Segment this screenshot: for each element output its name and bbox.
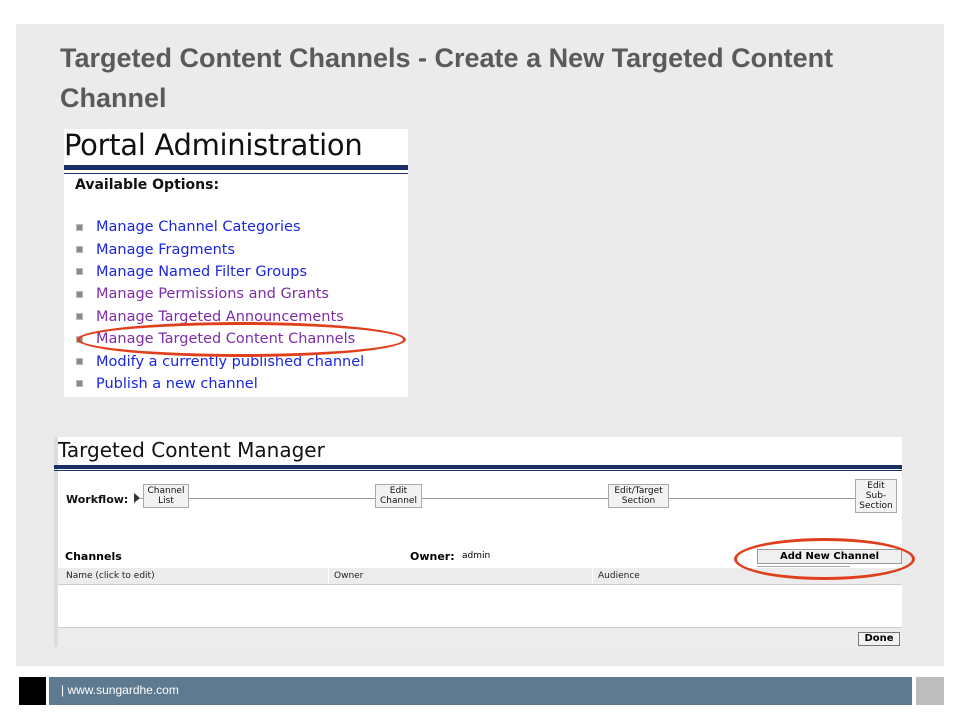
bullet-icon: [76, 290, 83, 298]
table-footer: [58, 628, 902, 647]
done-button[interactable]: Done: [858, 632, 900, 646]
column-divider: [328, 568, 329, 584]
bullet-icon: [76, 223, 83, 231]
footer-url: | www.sungardhe.com: [61, 683, 179, 697]
workflow-step-edit-target-section[interactable]: Edit/Target Section: [608, 484, 669, 508]
option-link[interactable]: Manage Targeted Content Channels: [96, 331, 355, 347]
workflow-step-edit-channel[interactable]: Edit Channel: [375, 484, 422, 508]
channels-table-body: [58, 585, 902, 628]
owner-value: admin: [462, 551, 491, 561]
manager-title: Targeted Content Manager: [58, 438, 325, 462]
option-link[interactable]: Manage Named Filter Groups: [96, 264, 307, 280]
bullet-icon: [76, 313, 83, 321]
portal-title: Portal Administration: [64, 128, 363, 162]
footer-gray-block: [916, 677, 944, 705]
option-modify-published-channel: Modify a currently published channel: [76, 350, 364, 372]
column-audience: Audience: [598, 571, 640, 581]
option-link[interactable]: Modify a currently published channel: [96, 354, 364, 370]
workflow-step-edit-sub-section[interactable]: Edit Sub-Section: [855, 479, 897, 513]
portal-administration-panel: Portal Administration Available Options:…: [64, 129, 408, 397]
option-manage-permissions-and-grants: Manage Permissions and Grants: [76, 283, 364, 305]
channels-label: Channels: [65, 550, 122, 563]
slide-title: Targeted Content Channels - Create a New…: [60, 43, 834, 113]
option-manage-targeted-content-channels: Manage Targeted Content Channels: [76, 328, 364, 350]
available-options-heading: Available Options:: [75, 177, 220, 193]
bullet-icon: [76, 380, 83, 388]
workflow-line: [140, 498, 860, 499]
button-shadow: [757, 566, 850, 567]
option-publish-new-channel: Publish a new channel: [76, 373, 364, 395]
header-rule: [64, 165, 408, 170]
option-link[interactable]: Publish a new channel: [96, 376, 258, 392]
option-manage-named-filter-groups: Manage Named Filter Groups: [76, 261, 364, 283]
column-divider: [592, 568, 593, 584]
header-rule-thin: [54, 470, 902, 471]
option-link[interactable]: Manage Channel Categories: [96, 219, 301, 235]
bullet-icon: [76, 335, 83, 343]
header-rule-thin: [64, 173, 408, 174]
option-manage-channel-categories: Manage Channel Categories: [76, 216, 364, 238]
column-name[interactable]: Name (click to edit): [66, 571, 155, 581]
footer-black-block: [19, 677, 46, 705]
bullet-icon: [76, 358, 83, 366]
option-link[interactable]: Manage Fragments: [96, 242, 235, 258]
workflow-label: Workflow:: [66, 493, 129, 506]
column-owner: Owner: [334, 571, 364, 581]
bullet-icon: [76, 246, 83, 254]
option-link[interactable]: Manage Targeted Announcements: [96, 309, 344, 325]
bullet-icon: [76, 268, 83, 276]
targeted-content-manager-panel: Targeted Content Manager Workflow: Chann…: [54, 437, 902, 647]
options-list: Manage Channel Categories Manage Fragmen…: [76, 216, 364, 395]
option-manage-targeted-announcements: Manage Targeted Announcements: [76, 306, 364, 328]
owner-label: Owner:: [410, 550, 455, 563]
footer-bar: | www.sungardhe.com: [49, 677, 912, 705]
option-manage-fragments: Manage Fragments: [76, 238, 364, 260]
option-link[interactable]: Manage Permissions and Grants: [96, 286, 329, 302]
add-new-channel-button[interactable]: Add New Channel: [757, 549, 902, 564]
header-rule: [54, 465, 902, 469]
channels-table-header: Name (click to edit) Owner Audience: [58, 568, 902, 585]
workflow-step-channel-list[interactable]: Channel List: [143, 484, 189, 508]
